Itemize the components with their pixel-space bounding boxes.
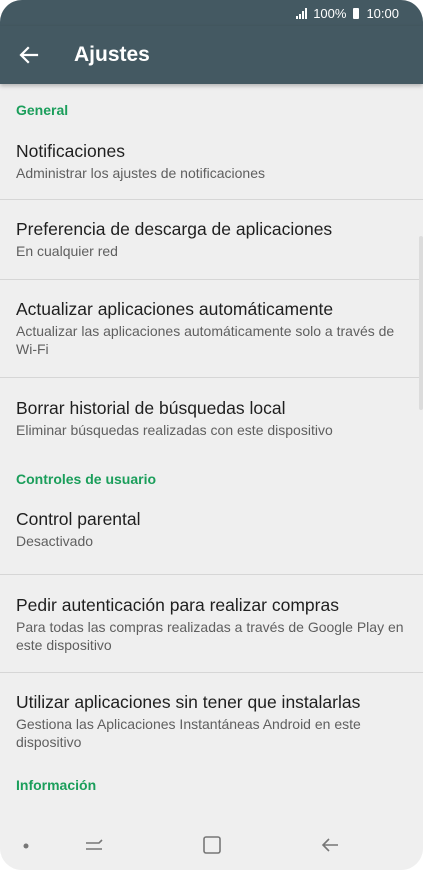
setting-subtitle: Gestiona las Aplicaciones Instantáneas A… <box>16 716 361 750</box>
page-title: Ajustes <box>74 43 150 66</box>
setting-subtitle: En cualquier red <box>16 243 118 259</box>
setting-parental-control[interactable]: Control parental Desactivado <box>0 499 423 575</box>
recent-apps-button[interactable] <box>80 833 108 857</box>
navigation-bar <box>0 820 423 870</box>
scrollbar[interactable] <box>419 236 423 410</box>
setting-purchase-auth[interactable]: Pedir autenticación para realizar compra… <box>0 575 423 673</box>
settings-list: General Notificaciones Administrar los a… <box>0 84 423 803</box>
setting-download-preference[interactable]: Preferencia de descarga de aplicaciones … <box>0 200 423 280</box>
recent-apps-icon <box>86 839 103 850</box>
setting-title: Control parental <box>16 509 141 529</box>
battery-percent: 100% <box>313 5 347 21</box>
clock: 10:00 <box>366 5 399 21</box>
nav-dot-button[interactable] <box>18 838 34 854</box>
setting-subtitle: Eliminar búsquedas realizadas con este d… <box>16 422 333 438</box>
back-button[interactable] <box>0 26 58 84</box>
battery-icon <box>353 7 360 19</box>
dot-icon <box>23 843 29 849</box>
home-button[interactable] <box>198 833 226 857</box>
signal-icon <box>296 7 308 19</box>
setting-notifications[interactable]: Notificaciones Administrar los ajustes d… <box>0 128 423 200</box>
home-square-icon <box>203 836 221 854</box>
setting-subtitle: Para todas las compras realizadas a trav… <box>16 619 404 653</box>
setting-subtitle: Administrar los ajustes de notificacione… <box>16 165 266 181</box>
setting-title: Notificaciones <box>16 141 125 161</box>
section-header-info: Información <box>16 777 97 793</box>
setting-subtitle: Desactivado <box>16 533 94 549</box>
app-bar: Ajustes <box>0 26 423 84</box>
setting-title: Borrar historial de búsquedas local <box>16 398 286 418</box>
setting-title: Preferencia de descarga de aplicaciones <box>16 219 333 239</box>
setting-clear-history[interactable]: Borrar historial de búsquedas local Elim… <box>0 378 423 456</box>
back-arrow-icon <box>321 838 338 852</box>
arrow-left-icon <box>19 46 39 64</box>
setting-subtitle: Actualizar las aplicaciones automáticame… <box>16 323 395 357</box>
nav-back-button[interactable] <box>316 833 344 857</box>
device-screen: 100% 10:00 Ajustes General Notificacione… <box>0 0 423 870</box>
setting-instant-apps[interactable]: Utilizar aplicaciones sin tener que inst… <box>0 673 423 773</box>
section-header-general: General <box>16 102 69 118</box>
setting-title: Utilizar aplicaciones sin tener que inst… <box>16 692 361 712</box>
status-bar: 100% 10:00 <box>0 0 423 26</box>
setting-title: Actualizar aplicaciones automáticamente <box>16 299 334 319</box>
setting-auto-update[interactable]: Actualizar aplicaciones automáticamente … <box>0 280 423 378</box>
section-header-user-controls: Controles de usuario <box>16 471 157 487</box>
setting-title: Pedir autenticación para realizar compra… <box>16 595 339 615</box>
